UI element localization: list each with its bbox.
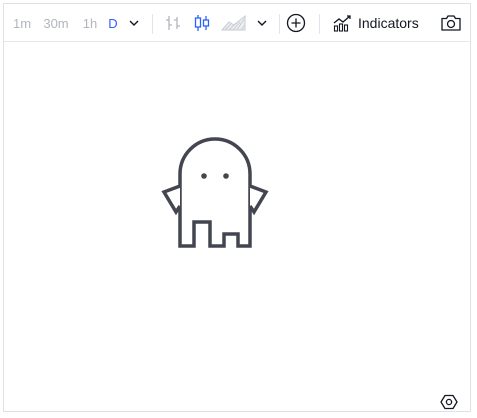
chart-type-area-button[interactable]	[219, 4, 249, 42]
indicators-label: Indicators	[358, 15, 419, 31]
candles-icon	[194, 15, 210, 31]
toolbar-divider	[279, 14, 280, 34]
chart-widget: 1m 30m 1h D Indicators	[3, 3, 471, 412]
chart-type-dropdown-button[interactable]	[253, 4, 271, 42]
indicators-button[interactable]: Indicators	[332, 4, 428, 42]
indicators-icon	[333, 15, 351, 32]
bars-icon	[166, 16, 180, 30]
camera-icon	[441, 15, 461, 31]
settings-icon	[440, 394, 458, 410]
chevron-down-icon	[129, 20, 139, 26]
interval-1h-button[interactable]: 1h	[78, 4, 102, 42]
area-icon	[221, 14, 246, 31]
toolbar-divider	[152, 14, 153, 34]
toolbar-divider	[319, 14, 320, 34]
chart-type-bars-button[interactable]	[162, 4, 184, 42]
interval-30m-button[interactable]: 30m	[40, 4, 72, 42]
compare-symbol-button[interactable]	[284, 4, 308, 42]
plus-circle-icon	[286, 13, 306, 33]
chart-settings-button[interactable]	[439, 392, 459, 412]
interval-d-button[interactable]: D	[105, 4, 121, 42]
top-toolbar: 1m 30m 1h D Indicators	[4, 4, 470, 42]
chart-type-candles-button[interactable]	[191, 4, 213, 42]
interval-1m-button[interactable]: 1m	[10, 4, 34, 42]
interval-dropdown-button[interactable]	[125, 4, 143, 42]
chevron-down-icon	[257, 20, 267, 26]
snapshot-button[interactable]	[438, 4, 464, 42]
ghost-icon	[161, 137, 269, 248]
